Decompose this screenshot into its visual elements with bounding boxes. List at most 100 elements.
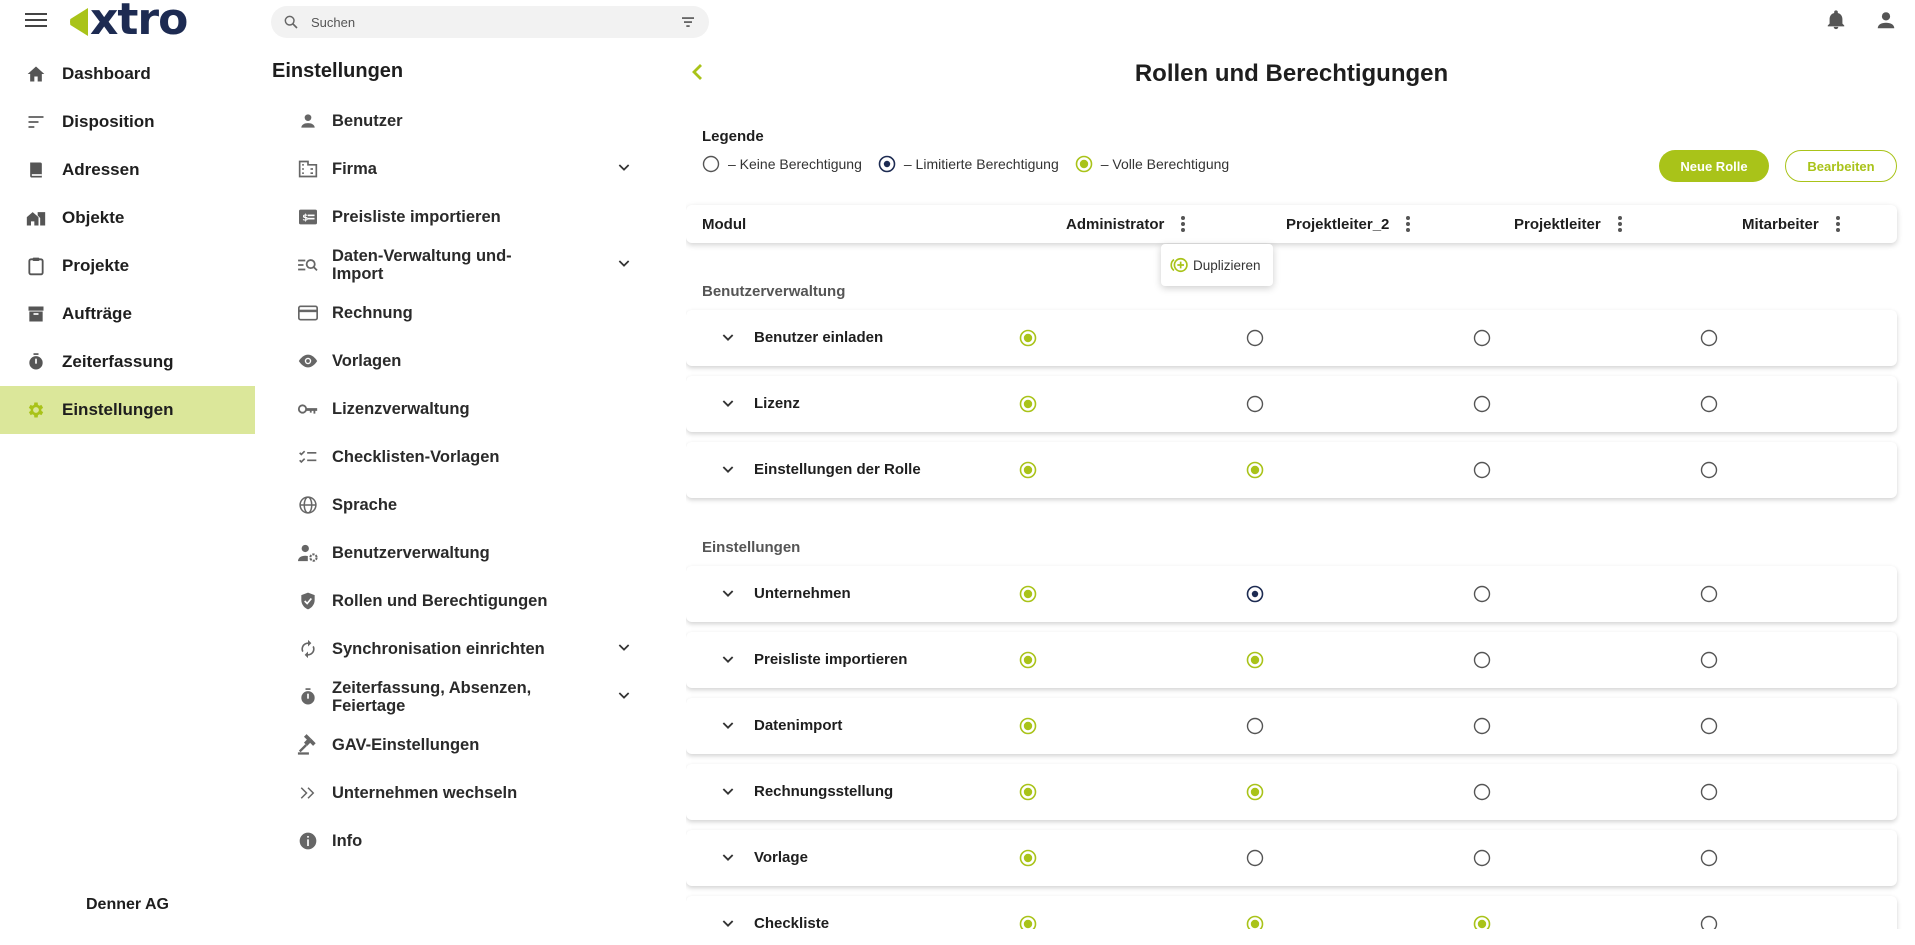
permission-radio-none[interactable] [1700, 717, 1718, 735]
timer-icon [297, 686, 319, 708]
permission-radio-none[interactable] [1700, 461, 1718, 479]
sidebar-item-adressen[interactable]: Adressen [0, 146, 255, 194]
chevron-down-icon[interactable] [720, 915, 736, 929]
permission-radio-none[interactable] [1473, 717, 1491, 735]
chevron-down-icon[interactable] [616, 639, 632, 655]
permission-radio-none[interactable] [1473, 329, 1491, 347]
card-icon [297, 302, 319, 324]
settings-item-label: GAV-Einstellungen [332, 736, 480, 754]
permission-radio-limited[interactable] [1246, 585, 1264, 603]
permission-radio-full[interactable] [1019, 717, 1037, 735]
settings-item-unternehmen-wechseln[interactable]: Unternehmen wechseln [272, 769, 632, 817]
permission-radio-none[interactable] [1246, 395, 1264, 413]
permission-radio-full[interactable] [1246, 915, 1264, 929]
permission-radio-none[interactable] [1473, 783, 1491, 801]
permission-radio-full[interactable] [1019, 461, 1037, 479]
sidebar-item-zeiterfassung[interactable]: Zeiterfassung [0, 338, 255, 386]
info-icon [297, 830, 319, 852]
duplicate-menu-item[interactable]: Duplizieren [1161, 244, 1273, 286]
permission-radio-full[interactable] [1246, 461, 1264, 479]
settings-item-lizenzverwaltung[interactable]: Lizenzverwaltung [272, 385, 632, 433]
settings-item-preisliste[interactable]: $ Preisliste importieren [272, 193, 632, 241]
sidebar-item-auftraege[interactable]: Aufträge [0, 290, 255, 338]
permission-radio-none[interactable] [1473, 395, 1491, 413]
table-row: Lizenz [686, 376, 1897, 432]
gavel-icon [297, 734, 319, 756]
settings-item-firma[interactable]: Firma [272, 145, 632, 193]
settings-item-checklisten[interactable]: Checklisten-Vorlagen [272, 433, 632, 481]
settings-item-rechnung[interactable]: Rechnung [272, 289, 632, 337]
more-vert-icon[interactable] [1835, 215, 1841, 233]
permission-radio-none[interactable] [1473, 651, 1491, 669]
chevron-down-icon[interactable] [720, 585, 736, 606]
settings-item-vorlagen[interactable]: Vorlagen [272, 337, 632, 385]
settings-item-label: Firma [332, 160, 377, 178]
permission-radio-none[interactable] [1473, 461, 1491, 479]
permission-radio-none[interactable] [1700, 849, 1718, 867]
chevron-down-icon[interactable] [720, 461, 736, 482]
permission-radio-none[interactable] [1246, 329, 1264, 347]
permission-radio-none[interactable] [1700, 585, 1718, 603]
clipboard-icon [25, 255, 47, 277]
chevron-down-icon[interactable] [720, 329, 736, 350]
chevron-down-icon[interactable] [720, 395, 736, 416]
permission-radio-none[interactable] [1246, 849, 1264, 867]
chevron-down-icon[interactable] [720, 783, 736, 804]
permission-radio-none[interactable] [1700, 783, 1718, 801]
permission-radio-full[interactable] [1246, 651, 1264, 669]
key-icon [297, 398, 319, 420]
legend-limited-label: – Limitierte Berechtigung [903, 156, 1059, 172]
permission-radio-full[interactable] [1019, 395, 1037, 413]
sidebar-item-einstellungen[interactable]: Einstellungen [0, 386, 255, 434]
settings-item-benutzerverwaltung[interactable]: Benutzerverwaltung [272, 529, 632, 577]
settings-item-gav[interactable]: GAV-Einstellungen [272, 721, 632, 769]
permission-radio-none[interactable] [1700, 915, 1718, 929]
permission-radio-none[interactable] [1700, 329, 1718, 347]
sidebar-item-dashboard[interactable]: Dashboard [0, 50, 255, 98]
new-role-button[interactable]: Neue Rolle [1659, 150, 1769, 182]
company-name[interactable]: Denner AG [86, 896, 169, 914]
settings-title: Einstellungen [272, 60, 404, 82]
chevron-down-icon[interactable] [720, 651, 736, 672]
edit-button[interactable]: Bearbeiten [1785, 150, 1897, 182]
permission-radio-none[interactable] [1246, 717, 1264, 735]
permission-radio-none[interactable] [1700, 395, 1718, 413]
settings-item-sprache[interactable]: Sprache [272, 481, 632, 529]
table-row: Preisliste importieren [686, 632, 1897, 688]
radio-full-icon [1075, 155, 1093, 173]
chevron-down-icon[interactable] [616, 687, 632, 703]
chevron-down-icon[interactable] [616, 255, 632, 271]
chevron-down-icon[interactable] [720, 849, 736, 870]
settings-item-info[interactable]: Info [272, 817, 632, 865]
permission-radio-full[interactable] [1019, 849, 1037, 867]
settings-item-label: Lizenzverwaltung [332, 400, 470, 418]
permission-radio-none[interactable] [1473, 585, 1491, 603]
permission-radio-full[interactable] [1019, 651, 1037, 669]
permission-radio-full[interactable] [1473, 915, 1491, 929]
sidebar-item-projekte[interactable]: Projekte [0, 242, 255, 290]
menu-icon[interactable] [25, 10, 47, 30]
permission-radio-full[interactable] [1019, 783, 1037, 801]
permission-radio-full[interactable] [1019, 585, 1037, 603]
chevron-down-icon[interactable] [720, 717, 736, 738]
sidebar-item-disposition[interactable]: Disposition [0, 98, 255, 146]
sidebar-item-objekte[interactable]: Objekte [0, 194, 255, 242]
more-vert-icon[interactable] [1180, 215, 1186, 233]
company-icon [297, 158, 319, 180]
settings-item-zeiterfassung[interactable]: Zeiterfassung, Absenzen, Feiertage [272, 673, 632, 721]
settings-item-benutzer[interactable]: Benutzer [272, 97, 632, 145]
settings-item-datenverwaltung[interactable]: Daten-Verwaltung und-Import [272, 241, 632, 289]
settings-item-synchronisation[interactable]: Synchronisation einrichten [272, 625, 632, 673]
chevron-down-icon[interactable] [616, 159, 632, 175]
permission-radio-full[interactable] [1246, 783, 1264, 801]
permission-radio-none[interactable] [1473, 849, 1491, 867]
more-vert-icon[interactable] [1617, 215, 1623, 233]
app-logo[interactable]: xtro [70, 0, 188, 45]
permission-radio-full[interactable] [1019, 329, 1037, 347]
permission-radio-full[interactable] [1019, 915, 1037, 929]
settings-item-rollen[interactable]: Rollen und Berechtigungen [272, 577, 632, 625]
sidebar-item-label: Adressen [62, 160, 140, 179]
search-input[interactable] [311, 14, 679, 30]
more-vert-icon[interactable] [1405, 215, 1411, 233]
permission-radio-none[interactable] [1700, 651, 1718, 669]
